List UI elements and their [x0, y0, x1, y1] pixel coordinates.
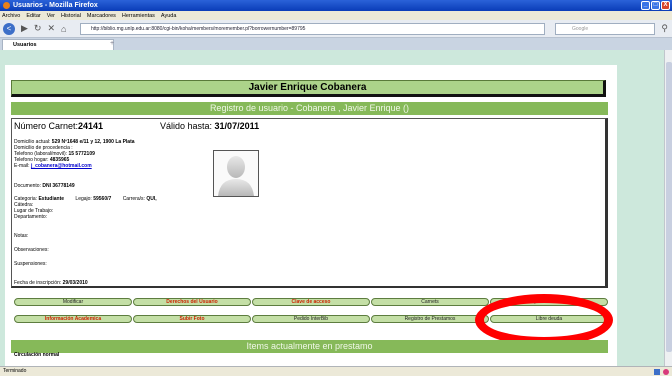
menu-historial[interactable]: Historial	[61, 13, 81, 19]
prestamo-header: Items actualmente en prestamo	[11, 340, 608, 353]
field-suspensiones: Suspensiones:	[14, 261, 47, 267]
menu-archivo[interactable]: Archivo	[2, 13, 20, 19]
registro-prestamos-button[interactable]: Registro de Prestamos	[371, 315, 489, 323]
modificar-button[interactable]: Modificar	[14, 298, 132, 306]
subir-foto-button[interactable]: Subir Foto	[133, 315, 251, 323]
status-bar: Terminado	[0, 366, 672, 376]
highlight-circle	[475, 294, 613, 346]
close-button[interactable]: X	[661, 1, 670, 10]
window-title: Usuarios - Mozilla Firefox	[13, 2, 98, 9]
home-icon[interactable]: ⌂	[61, 24, 66, 34]
field-observaciones: Observaciones:	[14, 247, 49, 253]
tab-usuarios[interactable]: Usuarios	[2, 39, 114, 50]
carnets-button[interactable]: Carnets	[371, 298, 489, 306]
patron-name-header: Javier Enrique Cobanera	[11, 80, 606, 97]
window-titlebar: Usuarios - Mozilla Firefox _ □ X	[0, 0, 672, 11]
field-email: E-mail: j_cobanera@hotmail.com	[14, 163, 92, 169]
carnet-number: Número Carnet:24141	[14, 121, 104, 131]
tab-strip: Usuarios +	[0, 38, 672, 50]
derechos-usuario-button[interactable]: Derechos del Usuario	[133, 298, 251, 306]
new-tab-button[interactable]: +	[110, 40, 114, 47]
menu-herramientas[interactable]: Herramientas	[122, 13, 155, 19]
field-documento: Documento: DNI 36778149	[14, 183, 75, 189]
firefox-icon	[3, 2, 10, 9]
notification-icon[interactable]	[663, 369, 669, 375]
maximize-button[interactable]: □	[651, 1, 660, 10]
email-link[interactable]: j_cobanera@hotmail.com	[31, 163, 92, 169]
vertical-scrollbar[interactable]	[664, 50, 672, 366]
pedido-interbib-button[interactable]: Pedido InterBib	[252, 315, 370, 323]
status-text: Terminado	[3, 368, 27, 374]
menu-marcadores[interactable]: Marcadores	[87, 13, 116, 19]
scrollbar-thumb[interactable]	[666, 62, 672, 352]
valid-until: Válido hasta: 31/07/2011	[160, 121, 260, 131]
field-departamento: Departamento:	[14, 214, 48, 220]
menu-editar[interactable]: Editar	[26, 13, 40, 19]
avatar-placeholder-icon	[214, 151, 258, 196]
field-fecha-inscripcion: Fecha de inscripción: 29/03/2010	[14, 280, 88, 286]
informacion-academica-button[interactable]: Información Academica	[14, 315, 132, 323]
field-notas: Notas:	[14, 233, 29, 239]
back-button[interactable]: <	[3, 22, 15, 35]
menu-ayuda[interactable]: Ayuda	[161, 13, 177, 19]
registro-header: Registro de usuario - Cobanera , Javier …	[11, 102, 608, 115]
search-input[interactable]: Google	[555, 23, 655, 35]
navigation-toolbar: < ▶ ↻ ✕ ⌂ http://biblio.mg.unlp.edu.ar:8…	[0, 20, 672, 38]
addon-icon[interactable]	[654, 369, 660, 375]
circulacion-label: Circulación normal	[14, 352, 60, 358]
forward-icon[interactable]: ▶	[21, 23, 28, 34]
reload-icon[interactable]: ↻	[34, 23, 42, 34]
minimize-button[interactable]: _	[641, 1, 650, 10]
window-controls: _ □ X	[641, 1, 670, 10]
menu-ver[interactable]: Ver	[47, 13, 55, 19]
menu-bar: Archivo Editar Ver Historial Marcadores …	[0, 11, 672, 20]
search-icon[interactable]: ⚲	[661, 23, 668, 34]
url-bar[interactable]: http://biblio.mg.unlp.edu.ar:8080/cgi-bi…	[80, 23, 545, 35]
clave-acceso-button[interactable]: Clave de acceso	[252, 298, 370, 306]
stop-icon[interactable]: ✕	[47, 23, 55, 34]
field-categoria: Categoria: Estudiante Legajo: 59560/7 Ca…	[14, 196, 157, 202]
patron-photo	[213, 150, 259, 197]
